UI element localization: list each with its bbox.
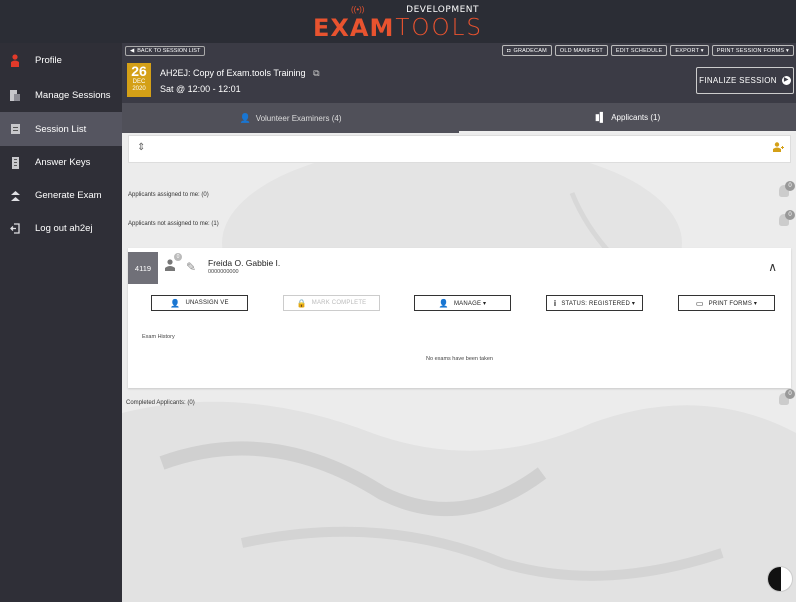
sidebar: Profile Manage Sessions Session List Ans… (0, 43, 122, 602)
applicant-phone: 0000000000 (208, 269, 239, 275)
completed-count-badge: 0 (779, 389, 795, 405)
printer-icon: ▭ (695, 298, 704, 308)
back-to-session-list-button[interactable]: ◀ BACK TO SESSION LIST (125, 46, 206, 56)
date-year: 2020 (132, 86, 146, 92)
no-exams-message: No exams have been taken (426, 356, 493, 362)
old-manifest-label: OLD MANIFEST (559, 47, 603, 54)
applicants-panel: ⇕ Applicants assigned to me: (0) 0 Appli… (122, 133, 796, 602)
applicants-assigned-label: Applicants assigned to me: (0) (128, 192, 209, 198)
assigned-count-badge: 0 (779, 181, 795, 197)
applicants-icon: ▮▌ (594, 111, 607, 122)
finalize-session-button[interactable]: FINALIZE SESSION ▶ (696, 67, 794, 94)
gradecam-button[interactable]: ◘ GRADECAM (501, 45, 552, 56)
user-edit-icon: 👤 (438, 298, 449, 308)
key-doc-icon (9, 156, 21, 169)
logo-exam-text: EXAM (312, 13, 395, 42)
sidebar-item-label: Manage Sessions (35, 89, 111, 101)
unassign-ve-button[interactable]: 👤 UNASSIGN VE (151, 295, 248, 311)
avatar: 0 (164, 253, 182, 274)
completed-applicants-label: Completed Applicants: (0) (126, 400, 195, 406)
exam-history-label: Exam History (142, 334, 175, 340)
session-title: AH2EJ: Copy of Exam.tools Training ⧉ (160, 68, 320, 79)
session-tabs: 👤 Volunteer Examiners (4) ▮▌ Applicants … (122, 103, 796, 133)
user-icon (9, 53, 21, 67)
mark-complete-button[interactable]: 🔒 MARK COMPLETE (283, 295, 380, 311)
clipboard-icon (9, 89, 21, 101)
logout-icon (9, 223, 21, 235)
applicant-id: 4119 (128, 252, 158, 284)
mark-complete-label: MARK COMPLETE (311, 300, 367, 306)
status-label: STATUS: REGISTERED ▾ (561, 300, 636, 307)
arrow-left-icon: ◀ (130, 48, 135, 54)
sidebar-item-manage-sessions[interactable]: Manage Sessions (0, 78, 122, 112)
list-icon (9, 123, 21, 135)
exam-tools-logo[interactable]: ((•)) EXAM TOOLS DEVELOPMENT (313, 4, 483, 40)
applicants-not-assigned-label: Applicants not assigned to me: (1) (128, 221, 219, 227)
play-icon: ▶ (781, 76, 791, 85)
top-bar: ((•)) EXAM TOOLS DEVELOPMENT (0, 0, 796, 43)
sidebar-item-session-list[interactable]: Session List (0, 112, 122, 146)
camera-icon: ◘ (506, 47, 511, 54)
logo-development-text: DEVELOPMENT (406, 4, 480, 15)
add-user-icon[interactable] (773, 142, 784, 155)
theme-toggle-button[interactable] (767, 566, 793, 592)
contrast-icon (768, 567, 781, 591)
sidebar-item-label: Generate Exam (35, 190, 102, 201)
sidebar-item-label: Answer Keys (35, 157, 91, 168)
not-assigned-count: 0 (785, 210, 795, 220)
date-day: 26 (131, 63, 147, 79)
edit-schedule-label: EDIT SCHEDULE (615, 47, 663, 54)
sort-icon[interactable]: ⇕ (137, 142, 145, 153)
applicant-filter-bar: ⇕ (128, 135, 791, 163)
old-manifest-button[interactable]: OLD MANIFEST (554, 45, 608, 56)
status-button[interactable]: i STATUS: REGISTERED ▾ (546, 295, 643, 311)
sidebar-item-generate-exam[interactable]: Generate Exam (0, 179, 122, 212)
export-label: EXPORT ▾ (675, 47, 704, 54)
not-assigned-count-badge: 0 (779, 210, 795, 226)
sidebar-item-profile[interactable]: Profile (0, 43, 122, 78)
logo-tools-text: TOOLS (395, 14, 484, 41)
sidebar-item-logout[interactable]: Log out ah2ej (0, 212, 122, 245)
sidebar-item-label: Session List (35, 123, 87, 135)
user-minus-icon: 👤 (170, 298, 181, 308)
print-session-forms-label: PRINT SESSION FORMS ▾ (716, 47, 789, 54)
info-icon: i (553, 298, 557, 308)
sidebar-item-label: Log out ah2ej (35, 223, 93, 234)
finalize-label: FINALIZE SESSION (699, 76, 777, 85)
lock-icon: 🔒 (296, 298, 307, 308)
assigned-count: 0 (785, 181, 795, 191)
generate-icon (9, 190, 21, 202)
sidebar-item-answer-keys[interactable]: Answer Keys (0, 146, 122, 179)
back-button-label: BACK TO SESSION LIST (137, 48, 201, 54)
gradecam-label: GRADECAM (513, 47, 547, 54)
header-actions: ◘ GRADECAM OLD MANIFEST EDIT SCHEDULE EX… (501, 45, 794, 56)
applicant-card: 4119 0 ✎ Freida O. Gabbie I. 0000000000 … (128, 248, 791, 388)
chevron-up-icon[interactable]: ∧ (768, 260, 777, 274)
print-forms-button[interactable]: ▭ PRINT FORMS ▾ (678, 295, 775, 311)
tab-volunteers-label: Volunteer Examiners (4) (255, 113, 342, 123)
manage-button[interactable]: 👤 MANAGE ▾ (414, 295, 511, 311)
examiner-icon: 👤 (239, 112, 251, 123)
print-session-forms-button[interactable]: PRINT SESSION FORMS ▾ (711, 45, 794, 56)
edit-schedule-button[interactable]: EDIT SCHEDULE (610, 45, 668, 56)
edit-icon[interactable]: ✎ (186, 260, 196, 274)
unassign-label: UNASSIGN VE (185, 300, 229, 306)
export-button[interactable]: EXPORT ▾ (670, 45, 709, 56)
date-month: DEC (132, 79, 146, 85)
avatar-count: 0 (174, 253, 182, 261)
session-time: Sat @ 12:00 - 12:01 (160, 84, 241, 94)
tab-applicants-label: Applicants (1) (611, 112, 661, 122)
print-forms-label: PRINT FORMS ▾ (708, 300, 758, 307)
session-header: ◀ BACK TO SESSION LIST ◘ GRADECAM OLD MA… (122, 43, 796, 103)
tab-applicants[interactable]: ▮▌ Applicants (1) (459, 103, 796, 133)
tab-volunteer-examiners[interactable]: 👤 Volunteer Examiners (4) (122, 103, 459, 133)
session-title-text: AH2EJ: Copy of Exam.tools Training (160, 68, 306, 78)
sidebar-item-label: Profile (35, 55, 62, 66)
completed-count: 0 (785, 389, 795, 399)
session-date-badge: 26 DEC 2020 (127, 63, 151, 97)
manage-label: MANAGE ▾ (453, 300, 487, 307)
copy-icon[interactable]: ⧉ (313, 68, 319, 78)
applicant-name: Freida O. Gabbie I. (208, 258, 281, 268)
signal-icon: ((•)) (350, 4, 365, 14)
